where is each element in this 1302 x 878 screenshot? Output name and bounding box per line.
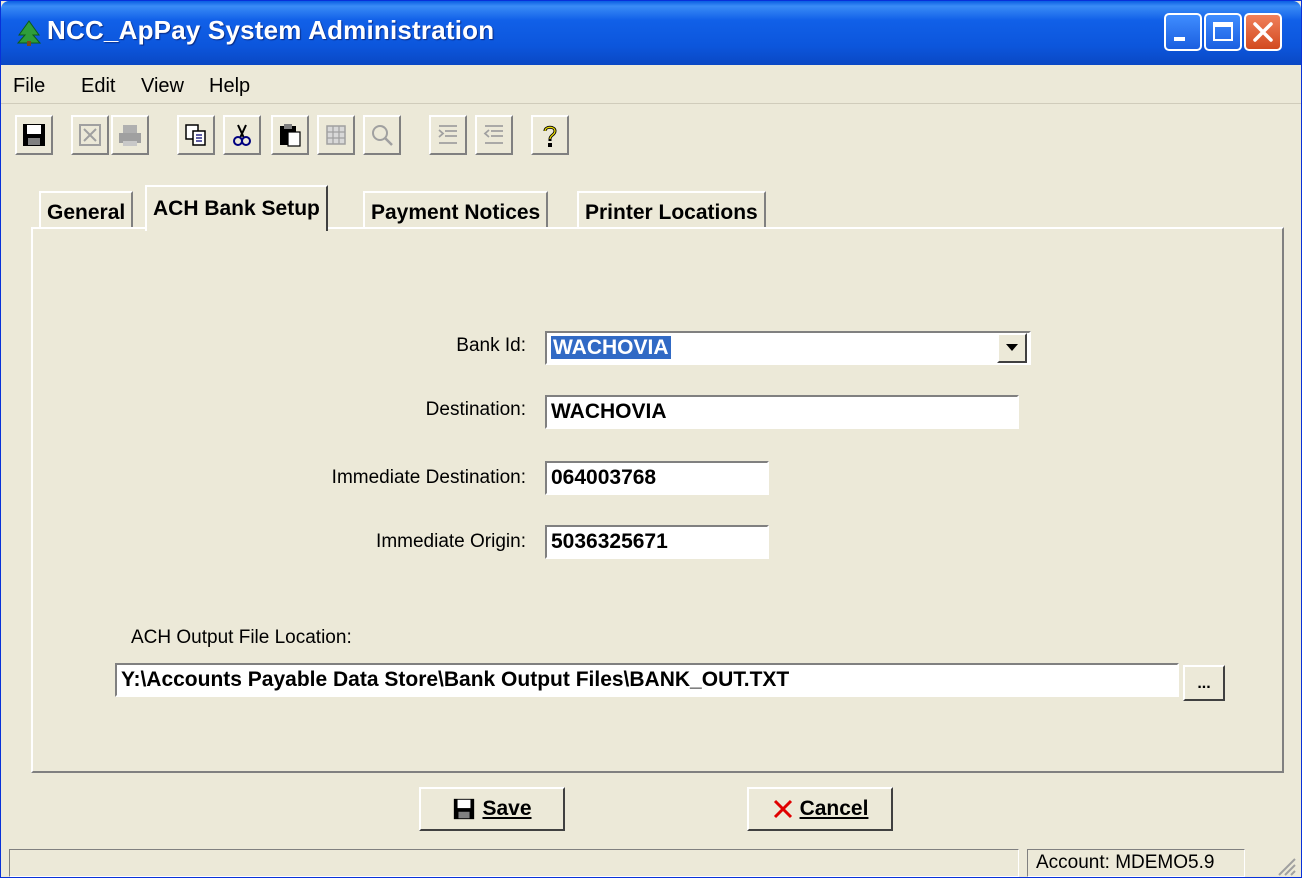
save-icon xyxy=(454,798,475,820)
immediate-origin-input[interactable]: 5036325671 xyxy=(545,525,769,559)
status-account: Account: MDEMO5.9 xyxy=(1027,849,1245,877)
toolbar-zoom-button[interactable] xyxy=(363,115,401,155)
immediate-destination-label: Immediate Destination: xyxy=(331,467,526,488)
toolbar-save-button[interactable] xyxy=(15,115,53,155)
save-button[interactable]: Save xyxy=(419,787,565,831)
close-button[interactable] xyxy=(1244,13,1282,51)
paste-icon xyxy=(280,124,301,147)
destination-input[interactable]: WACHOVIA xyxy=(545,395,1019,429)
app-window: NCC_ApPay System Administration File Edi… xyxy=(0,0,1302,878)
copy-icon xyxy=(185,124,206,146)
toolbar-grid-button[interactable] xyxy=(317,115,355,155)
menu-edit[interactable]: Edit xyxy=(81,75,115,98)
menu-bar: File Edit View Help xyxy=(1,67,1301,104)
toolbar-help-button[interactable] xyxy=(531,115,569,155)
tree-icon xyxy=(16,20,42,46)
excel-icon xyxy=(79,124,101,146)
cut-icon xyxy=(233,124,251,146)
bank-id-dropdown-button[interactable] xyxy=(997,333,1027,363)
cancel-x-icon xyxy=(773,799,792,819)
toolbar-cut-button[interactable] xyxy=(223,115,261,155)
minimize-icon xyxy=(1174,37,1185,41)
toolbar xyxy=(1,105,1301,163)
bank-id-combobox[interactable]: WACHOVIA xyxy=(545,331,1031,365)
save-icon xyxy=(23,124,45,146)
window-title: NCC_ApPay System Administration xyxy=(47,15,495,45)
minimize-button[interactable] xyxy=(1164,13,1202,51)
title-bar[interactable]: NCC_ApPay System Administration xyxy=(1,1,1301,65)
tab-payment-notices[interactable]: Payment Notices xyxy=(363,191,549,229)
menu-help[interactable]: Help xyxy=(209,75,250,98)
help-icon xyxy=(543,125,557,147)
tab-printer-locations[interactable]: Printer Locations xyxy=(577,191,766,229)
toolbar-copy-button[interactable] xyxy=(177,115,215,155)
print-icon xyxy=(119,125,141,146)
tab-general[interactable]: General xyxy=(39,191,134,229)
toolbar-excel-button[interactable] xyxy=(71,115,109,155)
output-file-label: ACH Output File Location: xyxy=(131,627,352,648)
destination-label: Destination: xyxy=(425,399,526,420)
menu-view[interactable]: View xyxy=(141,75,184,98)
tab-panel: Bank Id: WACHOVIA Destination: WACHOVIA … xyxy=(31,227,1284,773)
bank-id-value: WACHOVIA xyxy=(551,336,671,359)
chevron-down-icon xyxy=(1006,344,1018,351)
toolbar-outdent-button[interactable] xyxy=(475,115,513,155)
outdent-icon xyxy=(483,125,503,144)
resize-grip-icon[interactable] xyxy=(1271,851,1297,877)
toolbar-paste-button[interactable] xyxy=(271,115,309,155)
indent-icon xyxy=(438,125,457,144)
maximize-button[interactable] xyxy=(1204,13,1242,51)
cancel-button-label: Cancel xyxy=(799,797,869,820)
maximize-icon xyxy=(1213,22,1233,41)
toolbar-print-button[interactable] xyxy=(111,115,149,155)
close-icon xyxy=(1253,22,1273,42)
menu-file[interactable]: File xyxy=(13,75,45,98)
immediate-origin-label: Immediate Origin: xyxy=(376,531,526,552)
toolbar-indent-button[interactable] xyxy=(429,115,467,155)
grid-icon xyxy=(326,125,346,145)
browse-button[interactable]: ... xyxy=(1183,665,1225,701)
zoom-icon xyxy=(372,125,393,146)
tab-ach-bank-setup[interactable]: ACH Bank Setup xyxy=(145,185,328,231)
cancel-button[interactable]: Cancel xyxy=(747,787,893,831)
save-button-label: Save xyxy=(482,797,532,820)
status-bar: Account: MDEMO5.9 xyxy=(1,847,1301,877)
status-pane-main xyxy=(9,849,1019,877)
bank-id-label: Bank Id: xyxy=(456,335,526,356)
output-file-input[interactable]: Y:\Accounts Payable Data Store\Bank Outp… xyxy=(115,663,1179,697)
immediate-destination-input[interactable]: 064003768 xyxy=(545,461,769,495)
